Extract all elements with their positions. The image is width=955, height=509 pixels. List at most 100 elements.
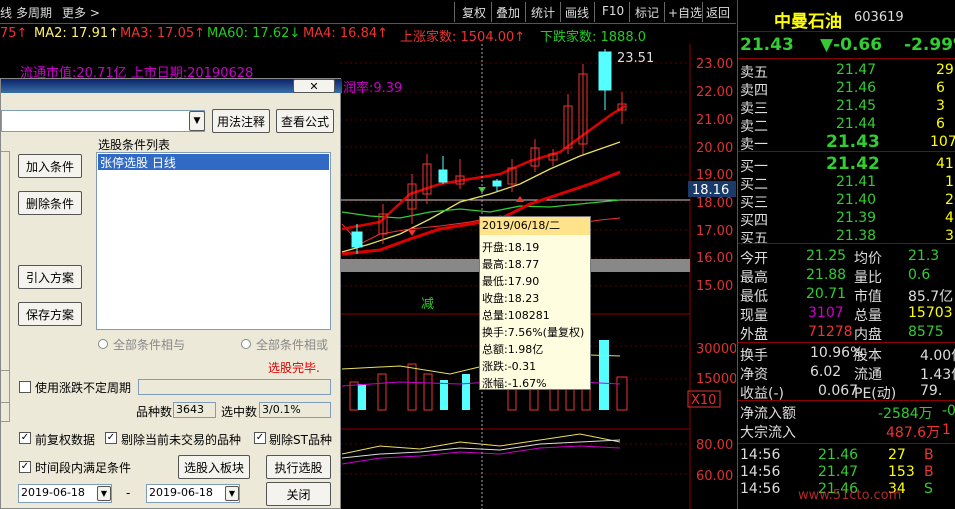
exclude-untraded-checkbox[interactable]: ✓ bbox=[105, 432, 117, 444]
toolbar-item-multi-period[interactable]: 多周期 bbox=[16, 4, 52, 21]
last-price: 21.43 bbox=[740, 35, 794, 55]
ask-price: 21.43 bbox=[826, 132, 880, 152]
close-button[interactable]: 关闭 bbox=[266, 482, 331, 506]
quote-row: 卖三 21.45 3 bbox=[738, 97, 955, 117]
status-text: 选股完毕. bbox=[268, 361, 320, 375]
formula-select[interactable] bbox=[1, 110, 205, 132]
quote-panel: 中曼石油 603619 21.43 ▼-0.66 -2.99% 卖五21.472… bbox=[737, 0, 955, 509]
import-scheme-button[interactable]: 引入方案 bbox=[18, 265, 82, 289]
prior-rights-label: 前复权数据 bbox=[35, 433, 96, 447]
exclude-st-label: 剔除ST品种 bbox=[269, 433, 332, 447]
radio-or[interactable] bbox=[241, 339, 251, 349]
stat-value: 8575 bbox=[908, 324, 944, 340]
stat-value: 6.02 bbox=[810, 364, 842, 380]
tick-time: 14:56 bbox=[740, 447, 781, 463]
quote-row: 最低 20.71 市值 85.7亿 bbox=[738, 285, 955, 305]
condition-list[interactable]: 张停选股 日线 bbox=[96, 152, 331, 330]
flow-key: 净流入额 bbox=[740, 406, 796, 422]
current-price-marker: 18.16 bbox=[692, 183, 729, 198]
quote-row: 净流入额 -2584万 -0 bbox=[738, 402, 955, 422]
quote-row: 买三21.4026 bbox=[738, 191, 955, 211]
ask-volume: 6 bbox=[936, 116, 945, 132]
toolbar-draw-line[interactable]: 画线 bbox=[565, 4, 589, 21]
ask-volume: 107 bbox=[930, 134, 955, 150]
volume-unit: X10 bbox=[691, 393, 716, 408]
toolbar-item-more[interactable]: 更多 > bbox=[62, 4, 100, 21]
ma4-value: MA4: 16.84↑ bbox=[303, 26, 389, 41]
ask-volume: 29 bbox=[936, 62, 954, 78]
up-count: 上涨家数: 1504.00↑ bbox=[400, 30, 526, 45]
tooltip-high: 最高:18.77 bbox=[482, 258, 540, 271]
quote-row: 卖五 21.47 29 bbox=[738, 61, 955, 81]
toolbar-mark[interactable]: 标记 bbox=[635, 4, 659, 21]
toolbar-restore-rights[interactable]: 复权 bbox=[462, 4, 486, 21]
use-period-label: 使用涨跌不定周期 bbox=[35, 381, 132, 395]
candle-info-tooltip: 2019/06/18/二 开盘:18.19 最高:18.77 最低:17.90 … bbox=[479, 216, 591, 390]
stat-value: 85.7亿 bbox=[908, 289, 954, 305]
stat-key: 流通 bbox=[854, 367, 882, 383]
tooltip-turnover: 换手:7.56%(量复权) bbox=[482, 326, 585, 339]
use-period-checkbox[interactable] bbox=[19, 381, 31, 393]
condition-item[interactable]: 张停选股 日线 bbox=[98, 154, 329, 170]
stat-value: 71278 bbox=[808, 324, 853, 340]
tick-time: 14:56 bbox=[740, 481, 781, 497]
dialog-titlebar[interactable] bbox=[1, 79, 342, 93]
delete-condition-button[interactable]: 删除条件 bbox=[18, 191, 82, 215]
price-tick: 17.00 bbox=[696, 224, 733, 239]
exclude-st-checkbox[interactable]: ✓ bbox=[254, 432, 266, 444]
price-tick: 20.00 bbox=[696, 141, 733, 156]
period-field[interactable] bbox=[138, 379, 331, 395]
chevron-down-icon[interactable]: ▼ bbox=[189, 111, 205, 131]
run-selection-button[interactable]: 执行选股 bbox=[266, 455, 331, 479]
toolbar-add-watchlist[interactable]: +自选 bbox=[668, 4, 702, 21]
chevron-down-icon[interactable]: ▼ bbox=[97, 486, 111, 501]
dialog-close-icon[interactable]: ✕ bbox=[293, 79, 335, 93]
stat-key: 股本 bbox=[854, 348, 882, 364]
stat-key: 市值 bbox=[854, 289, 882, 305]
time-range-label: 时间段内满足条件 bbox=[35, 461, 132, 475]
view-formula-button[interactable]: 查看公式 bbox=[276, 109, 334, 133]
toolbar-overlay[interactable]: 叠加 bbox=[496, 4, 520, 21]
ma60-value: MA60: 17.62↓ bbox=[207, 26, 301, 41]
reduce-mark: 减 bbox=[421, 297, 434, 312]
volume-tick: 15000 bbox=[696, 372, 736, 387]
quote-row: 买一 21.42 41 bbox=[738, 154, 955, 175]
quote-row: 最高 21.88 量比 0.6 bbox=[738, 266, 955, 286]
bid-price: 21.39 bbox=[836, 210, 877, 226]
stat-value: 21.88 bbox=[806, 267, 847, 283]
quote-row: 买四 21.39 4 bbox=[738, 209, 955, 229]
quote-row: 净资 6.02 流通 1.43亿 bbox=[738, 363, 955, 383]
stat-key: 外盘 bbox=[740, 327, 768, 343]
profit-ratio-text: 润率:9.39 bbox=[343, 80, 402, 96]
tooltip-amount: 总额:1.98亿 bbox=[482, 343, 544, 356]
quote-row: 买五 21.38 3 bbox=[738, 227, 955, 247]
tick-time: 14:56 bbox=[740, 464, 781, 480]
bid-volume: 3 bbox=[945, 228, 954, 244]
toolbar-f10[interactable]: F10 bbox=[602, 4, 624, 18]
ask-volume: 3 bbox=[936, 98, 945, 114]
quote-row: 卖四 21.46 6 bbox=[738, 79, 955, 99]
ask-price: 21.47 bbox=[836, 62, 877, 78]
toolbar-statistics[interactable]: 统计 bbox=[531, 4, 555, 21]
price-tick: 15.00 bbox=[696, 279, 733, 294]
save-scheme-button[interactable]: 保存方案 bbox=[18, 302, 82, 326]
stock-code: 603619 bbox=[854, 10, 904, 25]
stat-value: 4.00亿 bbox=[920, 348, 955, 364]
tooltip-volume: 总量:108281 bbox=[482, 309, 550, 322]
stat-key: 最低 bbox=[740, 289, 768, 305]
usage-notes-button[interactable]: 用法注释 bbox=[212, 109, 270, 133]
stat-key: 总量 bbox=[854, 308, 882, 324]
tick-direction: B bbox=[924, 464, 934, 480]
toolbar-back[interactable]: 返回 bbox=[706, 4, 730, 21]
radio-and[interactable] bbox=[98, 339, 108, 349]
pct-change: -2.99% bbox=[904, 35, 955, 55]
toolbar-item-line[interactable]: 线 bbox=[0, 4, 12, 21]
add-to-board-button[interactable]: 选股入板块 bbox=[178, 455, 250, 479]
time-range-checkbox[interactable]: ✓ bbox=[19, 461, 31, 473]
stat-value: 15703 bbox=[908, 305, 953, 321]
flow-value: -2584万 bbox=[878, 406, 933, 422]
bid-volume: 41 bbox=[936, 156, 954, 172]
chevron-down-icon[interactable]: ▼ bbox=[225, 486, 239, 501]
prior-rights-checkbox[interactable]: ✓ bbox=[19, 432, 31, 444]
add-condition-button[interactable]: 加入条件 bbox=[18, 154, 82, 178]
